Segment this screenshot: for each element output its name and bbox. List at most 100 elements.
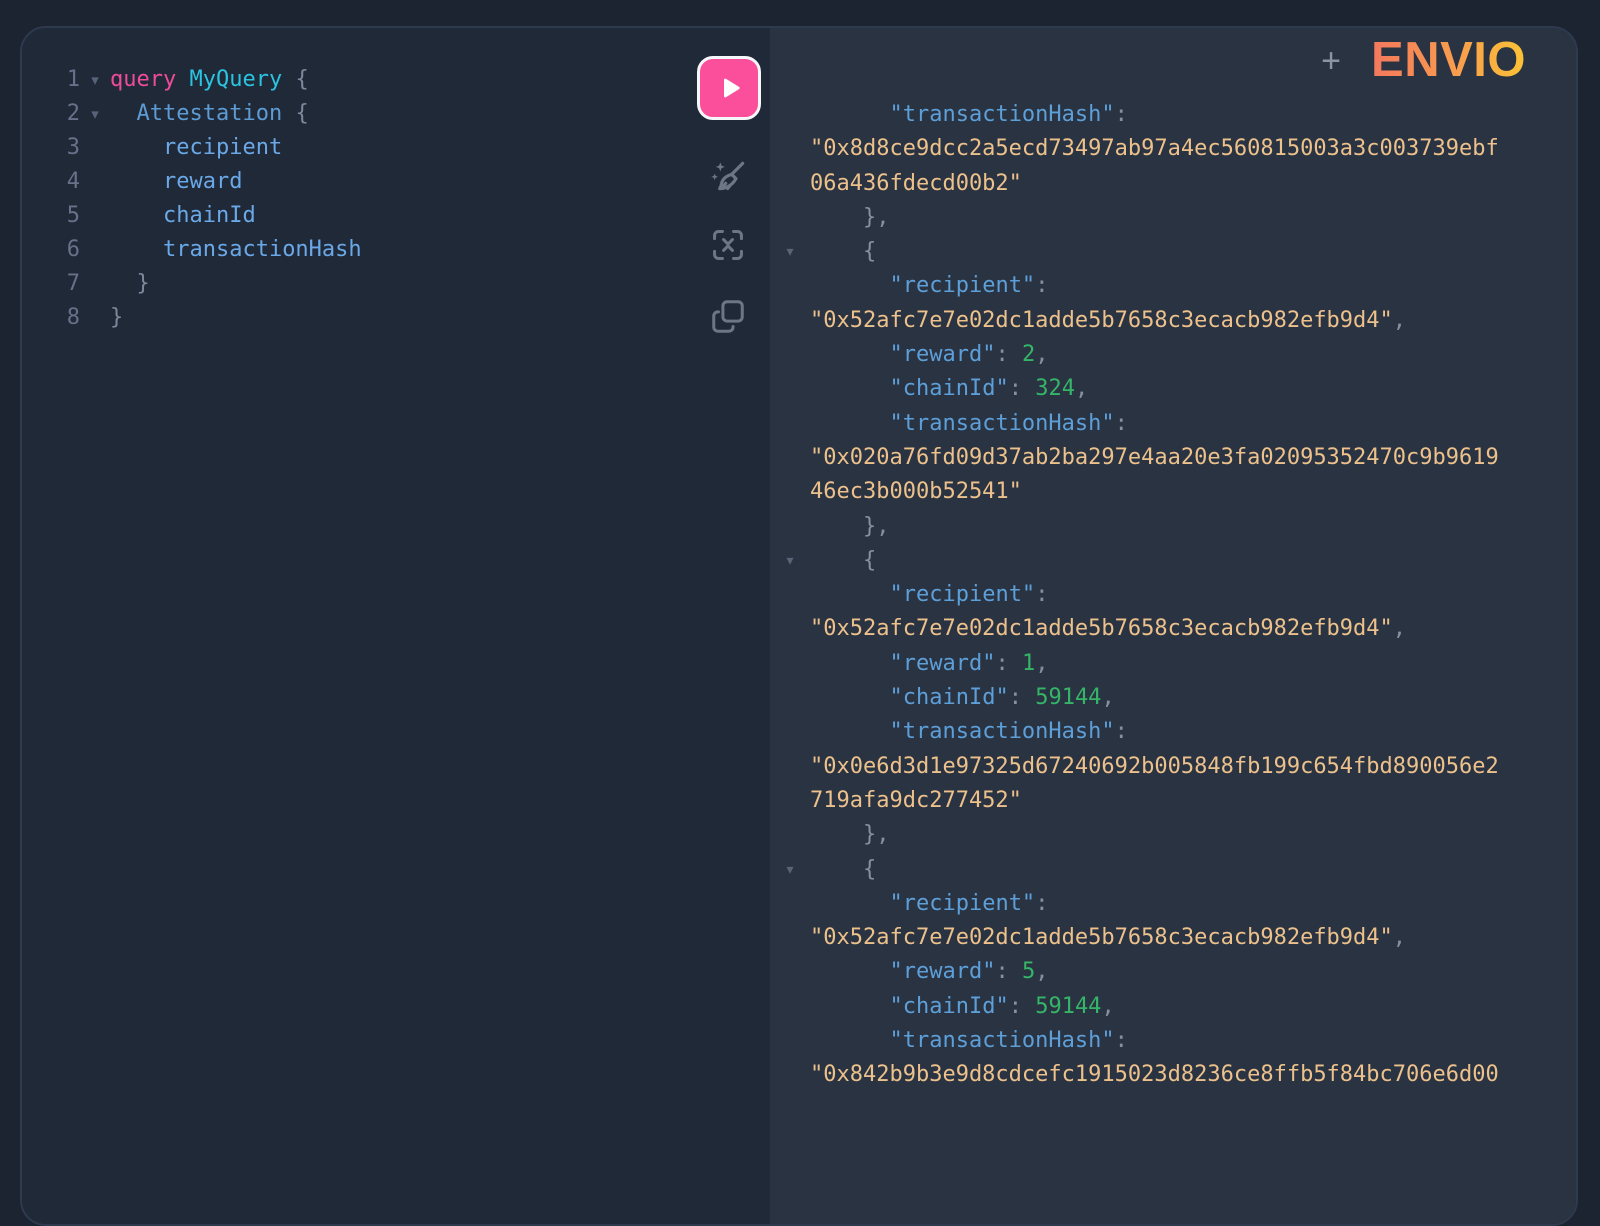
- response-row-code: "0x52afc7e7e02dc1adde5b7658c3ecacb982efb…: [810, 921, 1406, 955]
- code-token: },: [863, 514, 890, 539]
- fold-spacer: [770, 441, 810, 475]
- response-row-code: {: [810, 235, 876, 269]
- code-token: :: [1115, 1028, 1128, 1053]
- code-token: {: [863, 548, 876, 573]
- editor-line[interactable]: 6 transactionHash: [22, 233, 770, 267]
- response-row: 06a436fdecd00b2": [770, 167, 1576, 201]
- editor-line-code: }: [110, 267, 150, 301]
- response-row-code: "transactionHash":: [810, 1024, 1128, 1058]
- fold-spacer: [770, 98, 810, 132]
- fold-spacer: [770, 784, 810, 818]
- code-token: :: [1035, 273, 1048, 298]
- code-token: [810, 273, 889, 298]
- code-token: "chainId": [889, 685, 1008, 710]
- code-token: "transactionHash": [889, 411, 1114, 436]
- code-token: [810, 205, 863, 230]
- code-token: [282, 101, 295, 126]
- code-token: [810, 994, 889, 1019]
- code-token: [810, 685, 889, 710]
- code-token: {: [863, 857, 876, 882]
- response-row: "transactionHash":: [770, 1024, 1576, 1058]
- response-row: "recipient":: [770, 269, 1576, 303]
- code-token: ,: [1393, 925, 1406, 950]
- envio-logo: ENVIO: [1371, 36, 1526, 85]
- fold-arrow-icon[interactable]: ▾: [80, 97, 110, 131]
- response-row-code: "chainId": 59144,: [810, 681, 1115, 715]
- response-row: 46ec3b000b52541": [770, 475, 1576, 509]
- code-token: [810, 891, 889, 916]
- code-token: [810, 514, 863, 539]
- line-number: 2: [22, 97, 80, 131]
- response-row-code: },: [810, 818, 889, 852]
- fold-spacer: [770, 269, 810, 303]
- code-token: [810, 959, 889, 984]
- code-token: recipient: [163, 135, 282, 160]
- fold-spacer: [770, 201, 810, 235]
- fold-spacer: [770, 167, 810, 201]
- response-pane[interactable]: + ENVIO "transactionHash":"0x8d8ce9dcc2a…: [770, 28, 1576, 1224]
- code-token: "chainId": [889, 376, 1008, 401]
- merge-fragments-button[interactable]: [706, 223, 750, 267]
- fold-spacer: [80, 301, 110, 335]
- fold-spacer: [770, 647, 810, 681]
- fold-arrow-icon[interactable]: ▾: [770, 544, 810, 578]
- playground-window: 1▾query MyQuery {2▾ Attestation {3 recip…: [20, 26, 1578, 1226]
- editor-line[interactable]: 7 }: [22, 267, 770, 301]
- fold-spacer: [770, 818, 810, 852]
- query-editor-pane[interactable]: 1▾query MyQuery {2▾ Attestation {3 recip…: [22, 28, 770, 1224]
- editor-line-code: }: [110, 301, 123, 335]
- fold-arrow-icon[interactable]: ▾: [770, 853, 810, 887]
- response-row: "reward": 1,: [770, 647, 1576, 681]
- line-number: 4: [22, 165, 80, 199]
- copy-query-button[interactable]: [706, 294, 750, 338]
- editor-line[interactable]: 4 reward: [22, 165, 770, 199]
- fold-spacer: [770, 921, 810, 955]
- editor-line[interactable]: 3 recipient: [22, 131, 770, 165]
- editor-line[interactable]: 1▾query MyQuery {: [22, 63, 770, 97]
- query-editor-lines[interactable]: 1▾query MyQuery {2▾ Attestation {3 recip…: [22, 28, 770, 335]
- code-token: :: [1035, 891, 1048, 916]
- code-token: [810, 822, 863, 847]
- response-row: "chainId": 59144,: [770, 681, 1576, 715]
- code-token: chainId: [163, 203, 256, 228]
- broom-sparkle-icon: [708, 158, 748, 198]
- response-row: ▾ {: [770, 853, 1576, 887]
- code-token: [810, 582, 889, 607]
- code-token: [110, 271, 137, 296]
- code-token: [110, 169, 163, 194]
- response-row: },: [770, 510, 1576, 544]
- response-row: "0x52afc7e7e02dc1adde5b7658c3ecacb982efb…: [770, 921, 1576, 955]
- code-token: [110, 101, 137, 126]
- code-token: {: [295, 101, 308, 126]
- fold-spacer: [770, 475, 810, 509]
- add-tab-button[interactable]: +: [1321, 44, 1341, 78]
- editor-line-code: reward: [110, 165, 242, 199]
- code-token: "transactionHash": [889, 719, 1114, 744]
- code-token: 59144: [1035, 994, 1101, 1019]
- code-token: :: [995, 651, 1022, 676]
- response-row-code: "transactionHash":: [810, 407, 1128, 441]
- editor-line[interactable]: 2▾ Attestation {: [22, 97, 770, 131]
- editor-line-code: query MyQuery {: [110, 63, 309, 97]
- code-token: },: [863, 822, 890, 847]
- fold-spacer: [770, 510, 810, 544]
- response-row-code: "chainId": 324,: [810, 372, 1088, 406]
- editor-line[interactable]: 5 chainId: [22, 199, 770, 233]
- prettify-query-button[interactable]: [706, 156, 750, 200]
- code-token: "recipient": [889, 582, 1035, 607]
- execute-query-button[interactable]: [697, 56, 761, 120]
- code-token: "0x52afc7e7e02dc1adde5b7658c3ecacb982efb…: [810, 616, 1393, 641]
- line-number: 1: [22, 63, 80, 97]
- fold-spacer: [770, 750, 810, 784]
- code-token: ,: [1393, 308, 1406, 333]
- fold-spacer: [770, 612, 810, 646]
- response-row-code: "recipient":: [810, 887, 1048, 921]
- code-token: "chainId": [889, 994, 1008, 1019]
- response-row-code: {: [810, 853, 876, 887]
- fold-arrow-icon[interactable]: ▾: [770, 235, 810, 269]
- response-row-code: 719afa9dc277452": [810, 784, 1022, 818]
- code-token: }: [137, 271, 150, 296]
- code-token: 46ec3b000b52541": [810, 479, 1022, 504]
- editor-line[interactable]: 8}: [22, 301, 770, 335]
- fold-arrow-icon[interactable]: ▾: [80, 63, 110, 97]
